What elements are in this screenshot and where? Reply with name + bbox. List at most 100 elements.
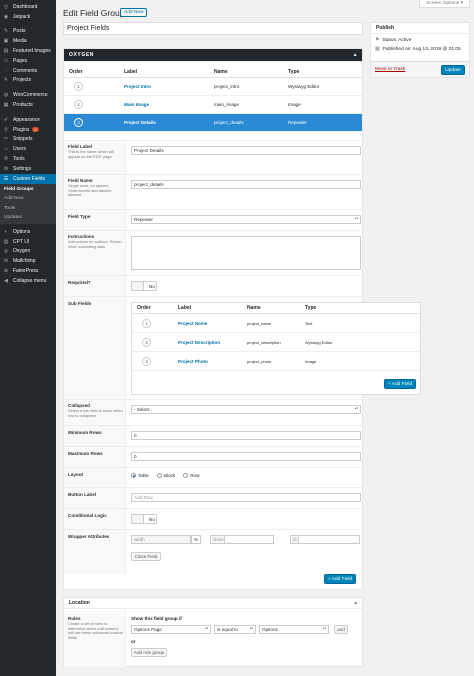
sub-field-order-badge[interactable]: 3 xyxy=(142,356,151,366)
sidebar-item-label: Custom Fields xyxy=(13,175,45,182)
field-label-link[interactable]: Project Details xyxy=(124,120,214,125)
sidebar-item-featured-images[interactable]: ▤ Featured Images xyxy=(0,46,56,56)
field-name: project_details xyxy=(214,120,244,125)
field-order-badge[interactable]: 1 xyxy=(74,82,83,91)
setting-min-rows: Minimum Rows 0 xyxy=(64,425,362,446)
col-order: Order xyxy=(69,68,83,75)
sidebar-item-users[interactable]: ☺ Users xyxy=(0,144,56,154)
add-rule-group-button[interactable]: Add rule group xyxy=(131,648,167,657)
sidebar-item-dashboard[interactable]: ◴ Dashboard xyxy=(0,2,56,12)
field-order-badge[interactable]: 3 xyxy=(74,118,83,127)
field-row-open[interactable]: 3 Project Details project_details Repeat… xyxy=(64,114,362,132)
sidebar-item-comments[interactable]: ◌ Comments xyxy=(0,66,56,76)
sub-field-type: Wysiwyg Editor xyxy=(305,339,333,345)
add-new-button[interactable]: Add New xyxy=(120,8,148,17)
sidebar-item-appearance[interactable]: ✐ Appearance xyxy=(0,115,56,125)
instructions-textarea[interactable] xyxy=(131,236,361,270)
field-group-title-input[interactable]: Project Fields xyxy=(63,22,363,35)
products-icon: ▦ xyxy=(3,102,9,109)
field-type-select[interactable]: Repeater xyxy=(131,215,361,224)
close-field-button[interactable]: Close Field xyxy=(131,552,161,561)
setting-label: Wrapper Attributes xyxy=(68,534,110,539)
conditional-logic-toggle[interactable]: No xyxy=(131,514,157,524)
field-order-badge[interactable]: 2 xyxy=(74,100,83,109)
sidebar-item-snippets[interactable]: ✂ Snippets xyxy=(0,135,56,145)
setting-desc: Instructions for authors. Shown when sub… xyxy=(68,239,122,249)
sidebar-item-jetpack[interactable]: ◉ Jetpack xyxy=(0,12,56,22)
sidebar-item-pages[interactable]: ▭ Pages xyxy=(0,56,56,66)
wrapper-width-prefix: width xyxy=(131,535,191,544)
sub-field-label-link[interactable]: Project Name xyxy=(178,321,247,326)
field-row[interactable]: 2 Main Image main_image Image xyxy=(64,96,362,114)
field-name-input[interactable]: project_details xyxy=(131,180,361,189)
sub-fields-header: Order Label Name Type xyxy=(132,303,420,314)
status-icon: ⚑ xyxy=(375,38,380,43)
image-icon: ▤ xyxy=(3,48,9,55)
sidebar-item-products[interactable]: ▦ Products xyxy=(0,100,56,110)
sub-field-label-link[interactable]: Project Photo xyxy=(178,359,247,364)
toggle-arrow-icon[interactable]: ▴ xyxy=(354,598,357,609)
sidebar-item-custom-fields[interactable]: ☰ Custom Fields xyxy=(0,173,56,184)
submenu-tools[interactable]: Tools xyxy=(0,204,56,214)
rule-operator-select[interactable]: is equal to xyxy=(214,625,256,634)
sidebar-item-mailchimp[interactable]: ✉ Mailchimp xyxy=(0,256,56,266)
sidebar-item-plugins[interactable]: ⚲ Plugins 2 xyxy=(0,125,56,135)
submenu-add-new[interactable]: Add New xyxy=(0,194,56,204)
calendar-icon: ▦ xyxy=(375,47,380,52)
sub-field-label-link[interactable]: Project Description xyxy=(178,340,247,345)
update-button[interactable]: Update xyxy=(441,65,465,75)
submenu-updates[interactable]: Updates xyxy=(0,213,56,223)
rule-param-select[interactable]: Options Page xyxy=(131,625,211,634)
sidebar-item-woocommerce[interactable]: ◍ WooCommerce xyxy=(0,90,56,100)
setting-label: Minimum Rows xyxy=(68,430,102,435)
sidebar-item-settings[interactable]: ⚙ Settings xyxy=(0,164,56,174)
wrapper-id-input[interactable] xyxy=(298,535,360,544)
tools-icon: ✇ xyxy=(3,156,9,163)
field-label-link[interactable]: Project Intro xyxy=(124,84,214,89)
sub-field-type: Image xyxy=(305,358,317,364)
sidebar-item-projects[interactable]: ✎ Projects xyxy=(0,76,56,86)
layout-radio-block[interactable]: Block xyxy=(156,473,175,478)
move-to-trash-link[interactable]: Move to Trash xyxy=(375,67,405,72)
button-label-input[interactable]: Add Row xyxy=(131,493,361,502)
and-button[interactable]: and xyxy=(334,625,348,634)
sidebar-item-collapse-menu[interactable]: ◀ Collapse menu xyxy=(0,276,56,286)
sidebar-item-oxygen[interactable]: ◎ Oxygen xyxy=(0,247,56,257)
sub-field-order-badge[interactable]: 2 xyxy=(142,337,151,347)
toggle-text: No xyxy=(149,517,155,522)
sidebar-item-fakerpress[interactable]: ⊕ FakerPress xyxy=(0,266,56,276)
sub-field-row[interactable]: 1 Project Name project_name Text xyxy=(132,314,420,333)
collapsed-select[interactable]: - Select - xyxy=(131,405,361,414)
sidebar-item-tools[interactable]: ✇ Tools xyxy=(0,154,56,164)
submenu-field-groups[interactable]: Field Groups xyxy=(0,185,56,195)
sub-field-row[interactable]: 2 Project Description project_descriptio… xyxy=(132,333,420,352)
setting-label: Layout xyxy=(68,472,84,477)
add-field-button[interactable]: + Add Field xyxy=(324,574,356,584)
published-text: Published on: Aug 13, 2019 @ 01:05 xyxy=(382,47,461,52)
rule-value-select[interactable]: Options xyxy=(259,625,329,634)
location-heading-text: Location xyxy=(69,600,90,606)
sidebar-item-options[interactable]: ◐ Options xyxy=(0,227,56,237)
sidebar-item-media[interactable]: ▣ Media xyxy=(0,36,56,46)
fields-table-header: Order Label Name Type xyxy=(64,66,362,78)
screen-options-button[interactable]: Screen Options ▾ xyxy=(419,0,470,8)
max-rows-input[interactable]: 0 xyxy=(131,452,361,461)
min-rows-input[interactable]: 0 xyxy=(131,431,361,440)
field-label-link[interactable]: Main Image xyxy=(124,102,214,107)
layout-radio-table[interactable]: Table xyxy=(131,473,149,478)
sub-field-row[interactable]: 3 Project Photo project_photo Image xyxy=(132,352,420,371)
field-type: Repeater xyxy=(288,120,307,125)
field-label-input[interactable]: Project Details xyxy=(131,146,361,155)
required-toggle[interactable]: No xyxy=(131,281,157,291)
location-heading: Location ▴ xyxy=(64,598,362,609)
add-sub-field-button[interactable]: + Add Field xyxy=(384,379,416,389)
toggle-arrow-icon[interactable]: ▴ xyxy=(354,49,357,62)
field-row[interactable]: 1 Project Intro project_intro Wysiwyg Ed… xyxy=(64,78,362,96)
sidebar-item-cpt-ui[interactable]: ▥ CPT UI xyxy=(0,237,56,247)
wrapper-class-input[interactable] xyxy=(224,535,274,544)
jetpack-icon: ◉ xyxy=(3,13,9,20)
sub-field-order-badge[interactable]: 1 xyxy=(142,318,151,328)
sidebar-item-posts[interactable]: ✎ Posts xyxy=(0,27,56,37)
layout-radio-row[interactable]: Row xyxy=(183,473,199,478)
field-group-heading: OXYGEN ▴ xyxy=(64,49,362,62)
